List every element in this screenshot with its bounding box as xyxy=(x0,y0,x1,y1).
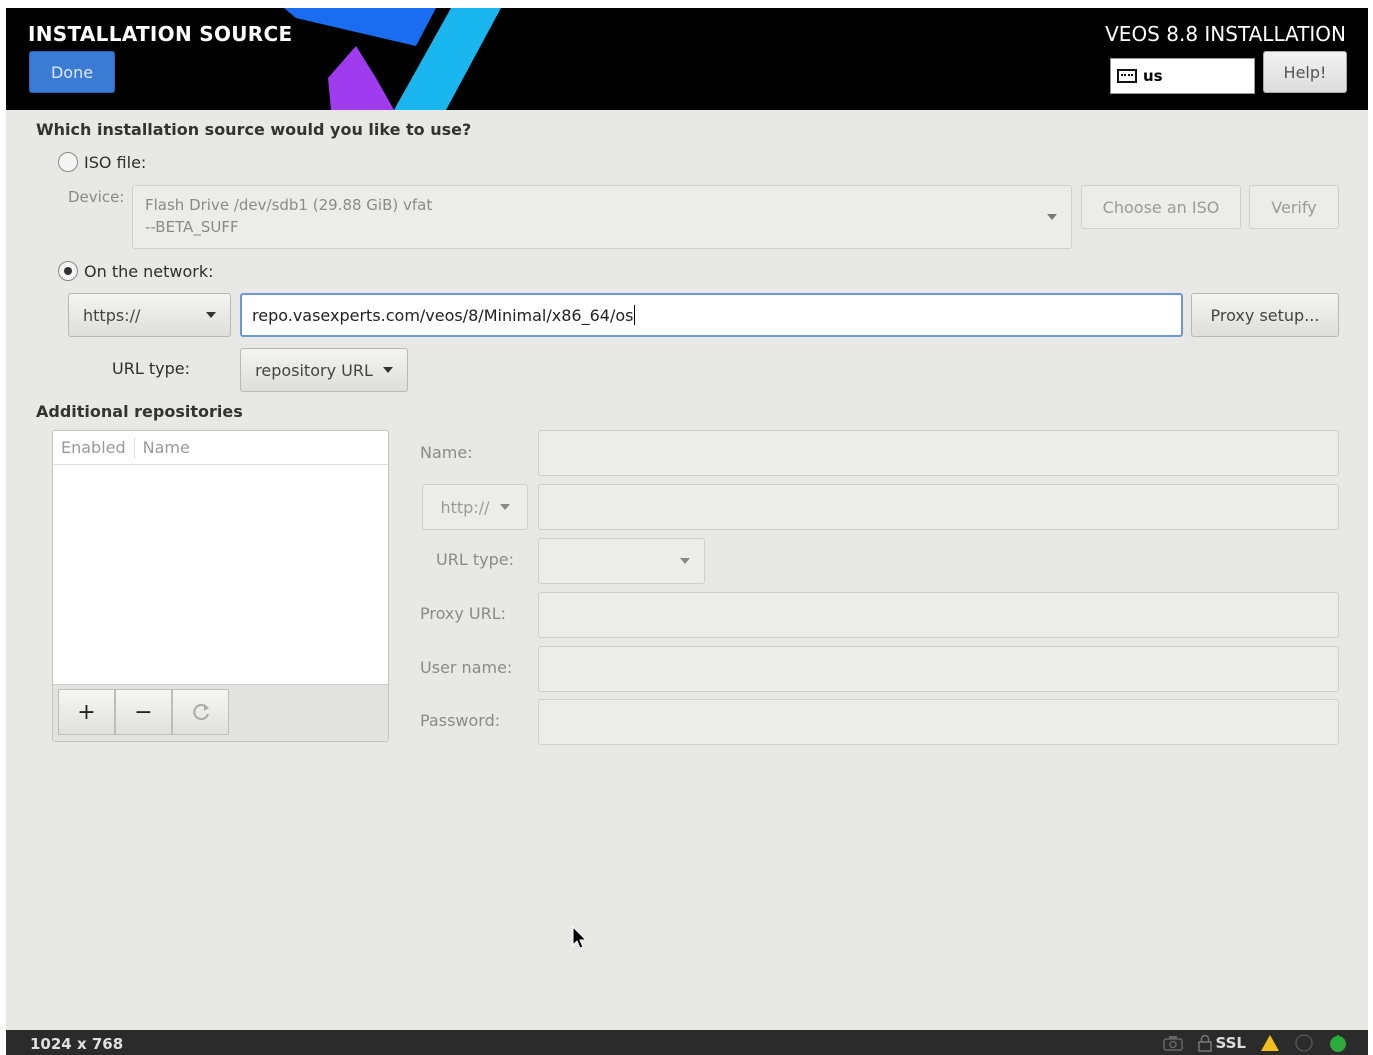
iso-file-radio[interactable] xyxy=(58,152,78,172)
repo-protocol-combo[interactable]: http:// xyxy=(422,484,528,530)
repo-proxy-url-input[interactable] xyxy=(538,592,1339,638)
done-button[interactable]: Done xyxy=(29,51,115,93)
protocol-value: https:// xyxy=(83,305,141,325)
device-line-1: Flash Drive /dev/sdb1 (29.88 GiB) vfat xyxy=(145,196,433,214)
repo-url-input[interactable] xyxy=(538,484,1339,530)
repo-protocol-value: http:// xyxy=(440,497,490,517)
proxy-setup-button[interactable]: Proxy setup... xyxy=(1191,293,1339,337)
repo-list-header: Enabled Name xyxy=(53,431,388,465)
lock-icon xyxy=(1197,1034,1212,1052)
installer-screen: INSTALLATION SOURCE Done VEOS 8.8 INSTAL… xyxy=(6,8,1368,1030)
ssl-indicator: SSL xyxy=(1197,1034,1247,1052)
protocol-combo[interactable]: https:// xyxy=(68,293,231,337)
resolution-readout: 1024 x 768 xyxy=(30,1035,124,1053)
chevron-down-icon xyxy=(382,367,393,373)
device-line-2: --BETA_SUFF xyxy=(145,218,239,236)
url-value: repo.vasexperts.com/veos/8/Minimal/x86_6… xyxy=(252,305,634,325)
header-bar: INSTALLATION SOURCE Done VEOS 8.8 INSTAL… xyxy=(6,8,1368,110)
repo-url-type-label: URL type: xyxy=(436,550,514,569)
network-label: On the network: xyxy=(84,262,214,281)
repo-user-name-label: User name: xyxy=(420,658,513,677)
url-input[interactable]: repo.vasexperts.com/veos/8/Minimal/x86_6… xyxy=(240,293,1183,337)
warning-icon[interactable] xyxy=(1260,1034,1280,1052)
refresh-icon xyxy=(192,704,209,721)
repo-list[interactable]: Enabled Name + − xyxy=(52,430,389,742)
verify-button[interactable]: Verify xyxy=(1249,185,1339,229)
additional-repos-title: Additional repositories xyxy=(36,402,243,421)
keyboard-icon xyxy=(1117,69,1137,83)
url-type-value: repository URL xyxy=(255,360,373,380)
veos-logo xyxy=(284,8,501,110)
page-title: INSTALLATION SOURCE xyxy=(28,22,293,46)
repo-password-label: Password: xyxy=(420,711,501,730)
repo-toolbar: + − xyxy=(53,684,388,741)
add-repo-button[interactable]: + xyxy=(58,689,115,735)
chevron-down-icon xyxy=(206,312,216,318)
remove-repo-button[interactable]: − xyxy=(115,689,172,735)
repo-name-label: Name: xyxy=(420,443,473,462)
ssl-label: SSL xyxy=(1215,1034,1247,1052)
repo-name-input[interactable] xyxy=(538,430,1339,476)
chevron-down-icon xyxy=(1047,214,1057,220)
column-enabled[interactable]: Enabled xyxy=(53,438,134,457)
repo-url-type-combo[interactable] xyxy=(538,538,705,584)
text-caret xyxy=(634,305,636,325)
repo-proxy-url-label: Proxy URL: xyxy=(420,604,507,623)
chevron-down-icon xyxy=(680,558,690,564)
chevron-down-icon xyxy=(499,504,510,510)
power-icon[interactable] xyxy=(1328,1033,1348,1053)
mouse-cursor-icon xyxy=(572,926,588,949)
product-title: VEOS 8.8 INSTALLATION xyxy=(1105,22,1346,46)
choose-iso-button[interactable]: Choose an ISO xyxy=(1081,185,1241,229)
device-label: Device: xyxy=(68,188,125,206)
url-type-combo[interactable]: repository URL xyxy=(240,348,408,392)
repo-password-input[interactable] xyxy=(538,699,1339,745)
circle-icon[interactable] xyxy=(1294,1033,1314,1053)
camera-icon[interactable] xyxy=(1162,1034,1184,1052)
keyboard-layout-value: us xyxy=(1143,67,1163,85)
repo-user-name-input[interactable] xyxy=(538,646,1339,692)
status-bar: 1024 x 768 SSL xyxy=(6,1030,1368,1055)
network-radio[interactable] xyxy=(58,261,78,281)
keyboard-layout-indicator[interactable]: us xyxy=(1110,58,1255,94)
source-question: Which installation source would you like… xyxy=(36,120,472,139)
column-name[interactable]: Name xyxy=(135,438,198,457)
iso-file-label: ISO file: xyxy=(84,153,147,172)
reset-repos-button[interactable] xyxy=(172,689,229,735)
status-icons: SSL xyxy=(1162,1033,1349,1053)
url-type-label: URL type: xyxy=(112,359,190,378)
help-button[interactable]: Help! xyxy=(1263,51,1347,93)
device-combo[interactable]: Flash Drive /dev/sdb1 (29.88 GiB) vfat -… xyxy=(132,185,1072,249)
